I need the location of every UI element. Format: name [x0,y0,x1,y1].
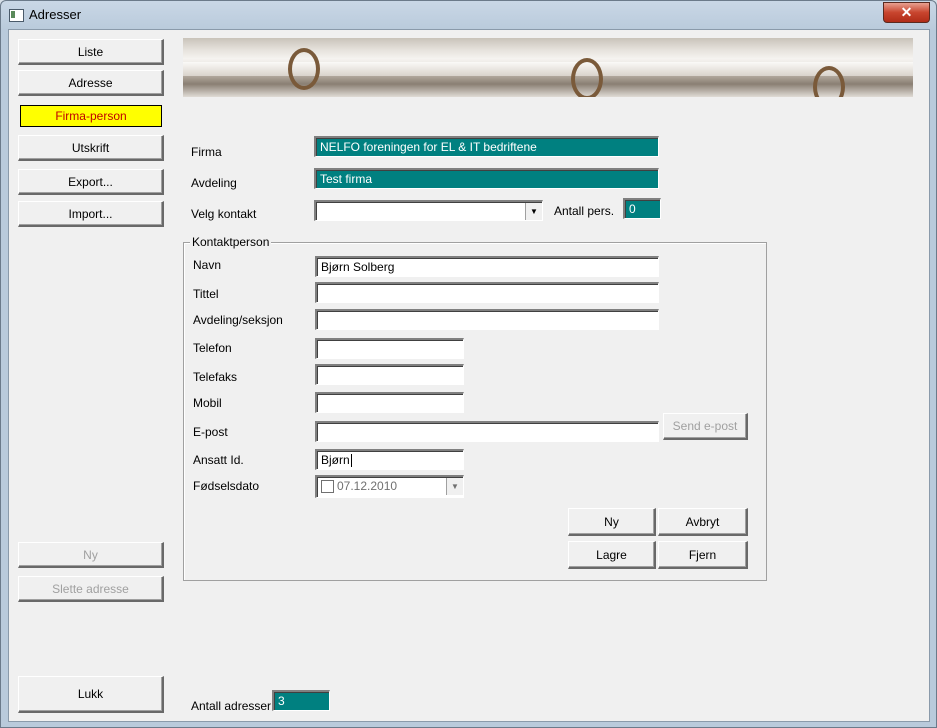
header-banner-image [183,38,913,97]
chevron-down-icon[interactable]: ▼ [446,478,463,495]
mobil-field[interactable] [315,392,464,413]
velg-kontakt-dropdown[interactable]: ▼ [314,200,543,221]
firma-field[interactable]: NELFO foreningen for EL & IT bedriftene [314,136,659,157]
fodselsdato-label: Fødselsdato [193,479,260,493]
ansatt-id-value: Bjørn [321,453,350,467]
adresser-window: Adresser ✕ Liste Adresse Firma-person Ut… [0,0,937,728]
antall-pers-field: 0 [623,198,661,219]
epost-label: E-post [193,425,228,439]
client-area: Liste Adresse Firma-person Utskrift Expo… [8,29,930,722]
title-bar[interactable]: Adresser ✕ [1,1,936,29]
chevron-down-icon[interactable]: ▼ [525,203,542,220]
liste-button[interactable]: Liste [18,39,164,65]
kontaktperson-title: Kontaktperson [190,235,272,249]
ny-kontakt-button[interactable]: Ny [568,508,656,536]
avdeling-seksjon-label: Avdeling/seksjon [193,313,283,327]
fjern-button[interactable]: Fjern [658,541,748,569]
antall-pers-label: Antall pers. [554,204,615,218]
avdeling-label: Avdeling [191,176,237,190]
ansatt-id-label: Ansatt Id. [193,453,244,467]
adresse-button[interactable]: Adresse [18,70,164,96]
telefaks-field[interactable] [315,364,464,385]
tittel-label: Tittel [193,287,219,301]
mobil-label: Mobil [193,396,222,410]
firma-person-button[interactable]: Firma-person [20,105,162,127]
avdeling-seksjon-field[interactable] [315,309,659,330]
telefon-label: Telefon [193,341,232,355]
telefaks-label: Telefaks [193,370,238,384]
antall-adresser-label: Antall adresser [191,699,272,713]
slette-adresse-button[interactable]: Slette adresse [18,576,164,602]
import-button[interactable]: Import... [18,201,164,227]
avbryt-button[interactable]: Avbryt [658,508,748,536]
avdeling-field[interactable]: Test firma [314,168,659,189]
kontaktperson-group: Kontaktperson Navn Bjørn Solberg Tittel … [183,235,767,581]
send-epost-button[interactable]: Send e-post [663,413,748,440]
fodselsdato-datepicker[interactable]: 07.12.2010 ▼ [315,475,464,498]
navn-label: Navn [193,258,222,272]
ansatt-id-field[interactable]: Bjørn [315,449,464,470]
app-icon [9,9,24,22]
antall-adresser-field: 3 [272,690,330,711]
velg-kontakt-label: Velg kontakt [191,207,257,221]
lagre-button[interactable]: Lagre [568,541,656,569]
lukk-button[interactable]: Lukk [18,676,164,713]
fodselsdato-value: 07.12.2010 [337,479,398,493]
close-button[interactable]: ✕ [883,2,930,23]
text-caret [350,454,352,468]
utskrift-button[interactable]: Utskrift [18,135,164,161]
firma-label: Firma [191,145,222,159]
banner-ring [571,58,603,97]
telefon-field[interactable] [315,338,464,359]
window-title: Adresser [29,7,82,22]
banner-ring [288,48,320,90]
fodselsdato-checkbox[interactable] [321,480,334,493]
export-button[interactable]: Export... [18,169,164,195]
navn-field[interactable]: Bjørn Solberg [315,256,659,277]
ny-adresse-button[interactable]: Ny [18,542,164,568]
tittel-field[interactable] [315,282,659,303]
epost-field[interactable] [315,421,659,442]
